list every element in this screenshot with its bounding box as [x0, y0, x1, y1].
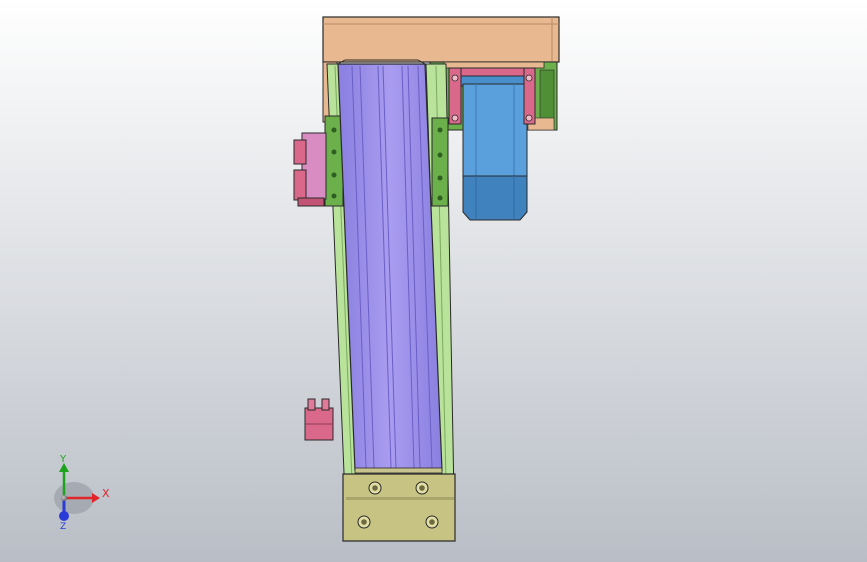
sensor-clamp [293, 139, 307, 165]
carriage-bolt [419, 485, 425, 491]
carriage-plate[interactable] [342, 473, 456, 542]
carriage-bolt [429, 519, 435, 525]
carriage-bolt [361, 519, 367, 525]
motor-bracket-plate [443, 61, 545, 69]
mount-bolt [451, 74, 459, 82]
profile-end-lip [354, 467, 443, 474]
left-rail-bolt [331, 127, 337, 133]
mount-bolt [525, 114, 533, 122]
mount-bolt [451, 114, 459, 122]
left-rail-bolt [331, 149, 337, 155]
sensor-clamp [293, 169, 307, 201]
left-rail-bolt [331, 193, 337, 199]
x-axis-label: X [102, 487, 110, 500]
motor-mount-frame[interactable] [448, 67, 536, 77]
right-rail-bolt [437, 127, 443, 133]
carriage-step [346, 497, 454, 500]
left-rail-bolt [331, 172, 337, 178]
y-axis-label: Y [59, 454, 67, 465]
right-rail-bolt [437, 175, 443, 181]
right-rail-bolt [437, 195, 443, 201]
mount-bolt [525, 74, 533, 82]
motor-end-cap[interactable] [462, 175, 528, 221]
motor-body[interactable] [462, 83, 528, 177]
upper-limit-sensor[interactable] [293, 132, 327, 207]
sensor-foot [297, 197, 325, 207]
cad-viewport[interactable]: X Y Z [0, 0, 867, 562]
triad-origin [61, 495, 67, 501]
sensor-tab [307, 398, 316, 411]
bracket-inner-right [539, 69, 555, 127]
z-axis-label: Z [60, 522, 66, 532]
carriage-bolt [372, 485, 378, 491]
sensor-tab [321, 398, 330, 411]
z-axis-arrowhead [59, 511, 69, 521]
right-rail-bolt [437, 152, 443, 158]
